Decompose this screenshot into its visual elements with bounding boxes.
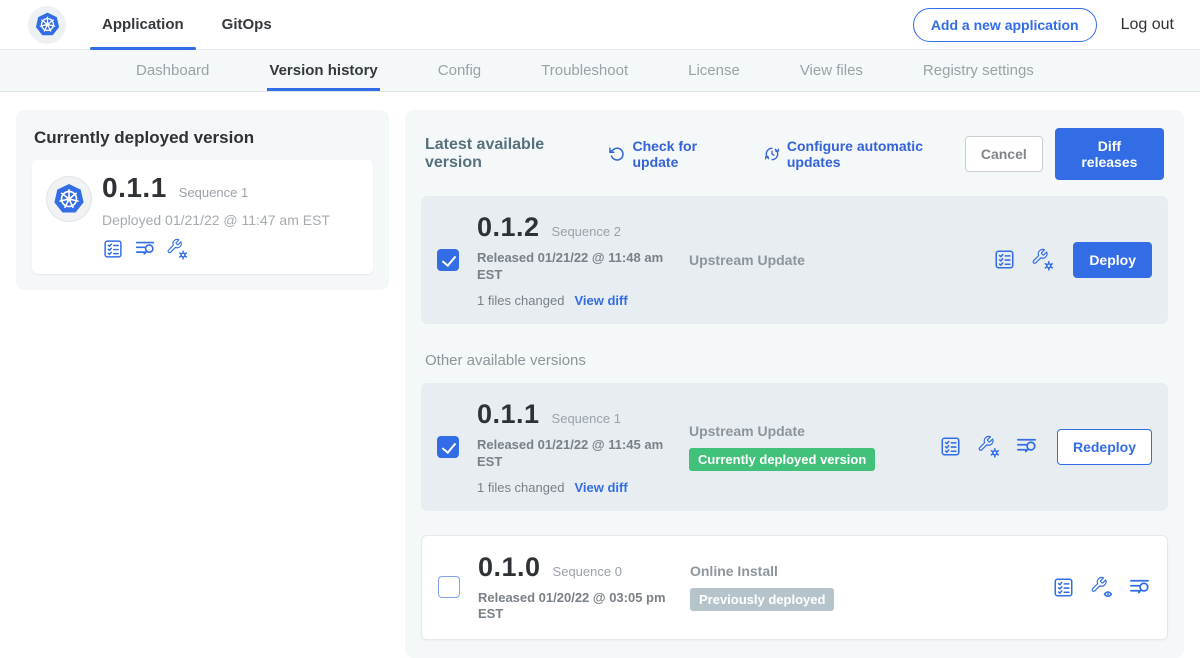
view-diff-link[interactable]: View diff [574, 293, 627, 308]
configure-updates-label: Configure automatic updates [787, 138, 965, 170]
available-versions-panel: Latest available version Check for updat… [405, 110, 1184, 658]
main-content: Currently deployed version 0.1.1 Sequenc… [0, 92, 1200, 658]
deployed-sequence-label: Sequence 1 [179, 185, 248, 200]
release-notes-icon[interactable] [939, 435, 962, 458]
latest-available-heading: Latest available version [425, 136, 593, 172]
navbar-right: Add a new application Log out [913, 8, 1174, 42]
subnav-item-troubleshoot[interactable]: Troubleshoot [541, 50, 628, 91]
subnav-item-license[interactable]: License [688, 50, 740, 91]
cancel-button[interactable]: Cancel [965, 136, 1043, 172]
version-number: 0.1.2 [477, 212, 540, 243]
files-changed-label: 1 files changed [477, 293, 564, 308]
files-changed-label: 1 files changed [477, 480, 564, 495]
top-navbar: Application GitOps Add a new application… [0, 0, 1200, 50]
released-timestamp: Released 01/21/22 @ 11:45 am EST [477, 437, 677, 471]
release-notes-icon[interactable] [102, 238, 124, 260]
refresh-icon [608, 145, 626, 163]
kubernetes-logo-icon [34, 11, 61, 38]
edit-config-icon[interactable] [1031, 248, 1054, 271]
currently-deployed-badge: Currently deployed version [689, 448, 875, 471]
other-versions-heading: Other available versions [425, 352, 1164, 369]
view-diff-link[interactable]: View diff [574, 480, 627, 495]
app-subnav: Dashboard Version history Config Trouble… [0, 50, 1200, 92]
released-timestamp: Released 01/21/22 @ 11:48 am EST [477, 250, 677, 284]
check-for-update-label: Check for update [632, 138, 736, 170]
view-files-icon[interactable] [1128, 576, 1151, 599]
version-source-label: Upstream Update [689, 252, 939, 268]
redeploy-button[interactable]: Redeploy [1057, 429, 1152, 465]
release-notes-icon[interactable] [993, 248, 1016, 271]
version-number: 0.1.0 [478, 552, 541, 583]
sequence-label: Sequence 0 [553, 564, 622, 579]
deployed-version-number: 0.1.1 [102, 172, 167, 204]
deployed-timestamp: Deployed 01/21/22 @ 11:47 am EST [102, 212, 359, 228]
subnav-item-registry-settings[interactable]: Registry settings [923, 50, 1034, 91]
tab-gitops[interactable]: GitOps [216, 0, 278, 50]
app-logo [28, 6, 66, 44]
version-row: 0.1.0 Sequence 0 Released 01/20/22 @ 03:… [421, 535, 1168, 641]
version-checkbox[interactable] [437, 249, 459, 271]
deployed-version-card: 0.1.1 Sequence 1 Deployed 01/21/22 @ 11:… [32, 160, 373, 274]
version-number: 0.1.1 [477, 399, 540, 430]
sequence-label: Sequence 2 [552, 224, 621, 239]
logout-button[interactable]: Log out [1121, 16, 1174, 34]
version-row: 0.1.2 Sequence 2 Released 01/21/22 @ 11:… [421, 196, 1168, 324]
subnav-item-dashboard[interactable]: Dashboard [136, 50, 209, 91]
version-checkbox[interactable] [437, 436, 459, 458]
tab-application[interactable]: Application [96, 0, 190, 50]
version-source-label: Upstream Update [689, 423, 939, 439]
subnav-item-view-files[interactable]: View files [800, 50, 863, 91]
auto-update-clock-icon [763, 145, 781, 163]
released-timestamp: Released 01/20/22 @ 03:05 pm EST [478, 590, 678, 624]
subnav-item-version-history[interactable]: Version history [269, 50, 377, 91]
version-row: 0.1.1 Sequence 1 Released 01/21/22 @ 11:… [421, 383, 1168, 511]
currently-deployed-panel: Currently deployed version 0.1.1 Sequenc… [16, 110, 389, 290]
app-icon-wrap [46, 176, 92, 222]
release-notes-icon[interactable] [1052, 576, 1075, 599]
configure-updates-link[interactable]: Configure automatic updates [763, 138, 965, 170]
subnav-item-config[interactable]: Config [438, 50, 481, 91]
deploy-button[interactable]: Deploy [1073, 242, 1152, 278]
view-files-icon[interactable] [1015, 435, 1038, 458]
view-config-icon[interactable] [1090, 576, 1113, 599]
available-header: Latest available version Check for updat… [425, 128, 1164, 180]
previously-deployed-badge: Previously deployed [690, 588, 834, 611]
kubernetes-app-icon [52, 182, 86, 216]
sequence-label: Sequence 1 [552, 411, 621, 426]
add-application-button[interactable]: Add a new application [913, 8, 1097, 42]
version-source-label: Online Install [690, 563, 940, 579]
edit-config-icon[interactable] [977, 435, 1000, 458]
diff-releases-button[interactable]: Diff releases [1055, 128, 1164, 180]
view-files-icon[interactable] [134, 238, 156, 260]
version-checkbox[interactable] [438, 576, 460, 598]
edit-config-icon[interactable] [166, 238, 188, 260]
currently-deployed-heading: Currently deployed version [34, 128, 371, 148]
check-for-update-link[interactable]: Check for update [608, 138, 736, 170]
